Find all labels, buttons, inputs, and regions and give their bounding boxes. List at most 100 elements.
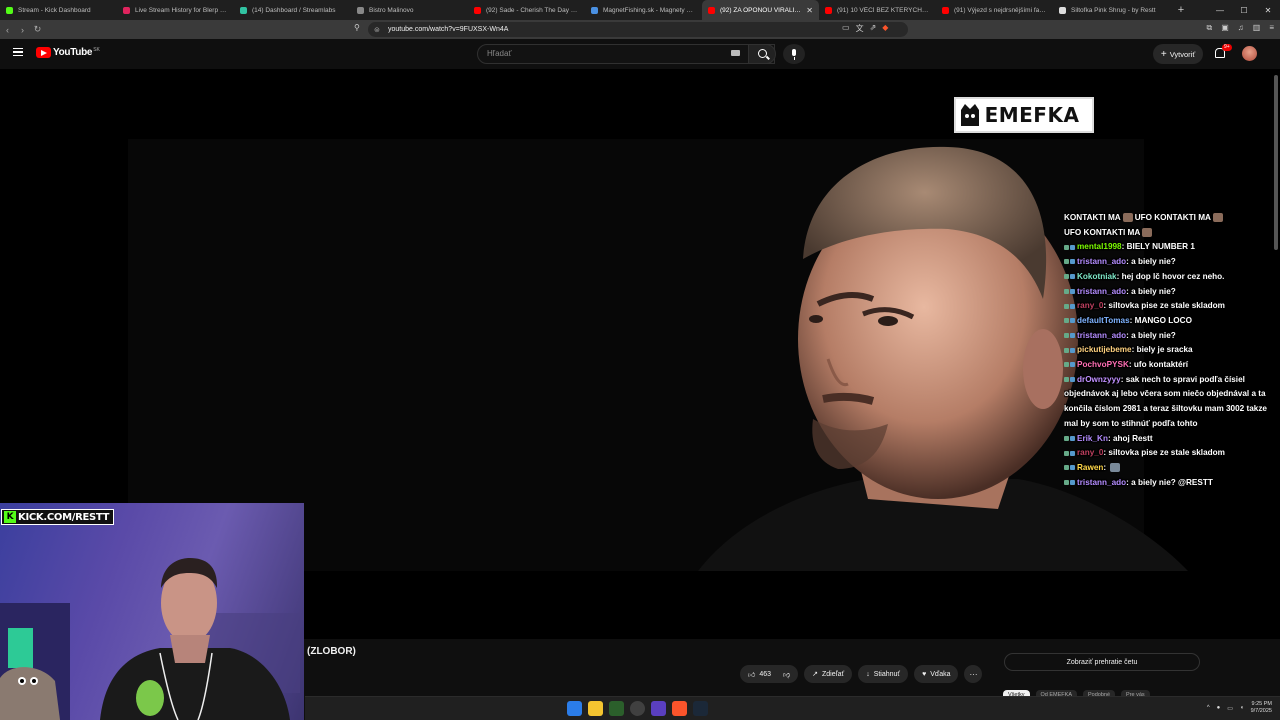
chat-badge-icon <box>1064 377 1069 383</box>
download-button[interactable]: ↓ Stiahnuť <box>858 665 909 683</box>
reload-icon[interactable]: ↻ <box>30 24 45 35</box>
browser-tab[interactable]: (14) Dashboard / Streamlabs <box>234 0 351 20</box>
mic-tray-icon[interactable]: ● <box>1217 705 1221 711</box>
chat-message: tristann_ado: a biely nie? <box>1064 285 1276 300</box>
browser-tab[interactable]: (92) ZA OPONOU VIRALITY ✕ <box>702 0 819 20</box>
chat-username: PochvoPYSK <box>1077 360 1129 370</box>
chat-message: drOwnzyyy: sak nech to spravi podľa čísi… <box>1064 373 1276 432</box>
page-scrollbar[interactable] <box>1274 75 1278 250</box>
chat-username: defaultTomas <box>1077 315 1130 325</box>
thanks-icon: ♥ <box>922 670 927 678</box>
chat-message: tristann_ado: a biely nie? @RESTT <box>1064 476 1276 491</box>
thumbs-down-icon[interactable]: 👎︎ <box>783 670 790 679</box>
chat-badge-icon <box>1064 288 1069 294</box>
emefka-logo-text: EMEFKA <box>984 103 1080 127</box>
chat-text: siltovka pise ze stale skladom <box>1108 301 1225 311</box>
close-tab-icon[interactable]: ✕ <box>806 6 813 15</box>
minimize-icon[interactable]: — <box>1208 6 1232 15</box>
share-label: Zdieľať <box>822 670 845 678</box>
show-chat-replay-button[interactable]: Zobraziť prehratie četu <box>1004 653 1200 671</box>
file-explorer-icon[interactable] <box>588 701 603 716</box>
like-button[interactable]: 👍︎ 463 👎︎ <box>740 665 799 683</box>
chat-subscriber-icon <box>1070 303 1075 309</box>
excel-icon[interactable] <box>609 701 624 716</box>
chat-badge-icon <box>1064 259 1069 265</box>
share-icon: ↗ <box>812 671 818 678</box>
steam-icon[interactable] <box>693 701 708 716</box>
tab-favicon-icon <box>825 6 832 14</box>
browser-tab[interactable]: (92) Sade - Cherish The Day - Offic <box>468 0 585 20</box>
wallet-icon[interactable]: ▣ <box>1221 23 1229 33</box>
brave-shield-icon[interactable]: ◆ <box>882 23 888 34</box>
chat-text: KONTAKTI MA <box>1064 213 1121 222</box>
share-page-icon[interactable]: ⇗ <box>870 23 877 34</box>
tab-label: (92) Sade - Cherish The Day - Offic <box>486 6 579 14</box>
chat-text: UFO KONTAKTI MA <box>1064 227 1141 237</box>
browser-tab[interactable]: Live Stream History for Blerp Share <box>117 0 234 20</box>
maximize-icon[interactable]: ☐ <box>1232 6 1256 15</box>
chat-emote-icon <box>1212 213 1223 223</box>
volume-icon[interactable]: ◖ <box>1240 705 1244 711</box>
browser-tab[interactable]: Bistro Malinovo <box>351 0 468 20</box>
chat-message: KONTAKTI MA UFO KONTAKTI MA <box>1064 211 1276 226</box>
kick-badge: K KICK.COM/RESTT <box>1 509 115 525</box>
start-icon[interactable] <box>567 701 582 716</box>
tab-label: Stream - Kick Dashboard <box>18 6 91 14</box>
thanks-button[interactable]: ♥ Vďaka <box>914 665 959 683</box>
url-field[interactable]: ⊜ youtube.com/watch?v=9FUXSX-Wn4A <box>368 22 908 37</box>
taskbar-apps <box>567 701 708 716</box>
site-info-icon[interactable]: ⊜ <box>374 26 380 34</box>
kick-url-text: KICK.COM/RESTT <box>18 511 110 523</box>
webcam-overlay: K KICK.COM/RESTT <box>0 503 304 720</box>
browser-toolbar-right: ⧉ ▣ ♫ ▥ ≡ <box>1206 23 1274 33</box>
browser-tab[interactable]: (91) 10 VĚCÍ BEZ KTERÝCH G3NTE <box>819 0 936 20</box>
youtube-logo[interactable]: YouTube SK <box>36 47 100 58</box>
extensions-icon[interactable]: ⧉ <box>1206 23 1212 33</box>
network-icon[interactable]: ▭ <box>1227 705 1233 712</box>
chat-badge-icon <box>1064 465 1069 471</box>
obs-icon[interactable] <box>630 701 645 716</box>
close-window-icon[interactable]: ✕ <box>1256 6 1280 15</box>
translate-icon[interactable]: 文 <box>856 23 864 34</box>
new-tab-button[interactable]: + <box>1170 4 1192 16</box>
media-icon[interactable]: ♫ <box>1238 23 1244 33</box>
sidebar-icon[interactable]: ▥ <box>1253 23 1261 33</box>
chat-message: pickutijebeme: biely je sracka <box>1064 343 1276 358</box>
clock[interactable]: 9:25 PM 9/7/2025 <box>1251 701 1272 715</box>
browser-tab[interactable]: (91) Výjezd s nejdrsnějšími fanoušk <box>936 0 1053 20</box>
screen-icon[interactable]: ▭ <box>842 23 850 34</box>
menu-icon[interactable]: ≡ <box>1269 23 1274 33</box>
share-button[interactable]: ↗ Zdieľať <box>804 665 853 683</box>
chat-username: rany_0 <box>1077 301 1104 311</box>
chat-emote-icon <box>1110 463 1121 473</box>
voice-search-icon[interactable] <box>783 44 805 64</box>
browser-tab[interactable]: Šiltofka Pink Shrug - by Restt <box>1053 0 1170 20</box>
avatar[interactable] <box>1242 46 1257 61</box>
create-button[interactable]: + Vytvoriť <box>1153 44 1203 64</box>
chat-message: Rawen: <box>1064 461 1276 476</box>
bookmark-icon[interactable]: ⚲ <box>354 23 360 32</box>
chat-text: UFO KONTAKTI MA <box>1134 213 1211 222</box>
guide-menu-icon[interactable] <box>13 48 23 56</box>
chat-badge-icon <box>1064 362 1069 368</box>
search-button[interactable] <box>748 44 776 64</box>
youtube-play-icon <box>36 47 51 58</box>
browser-tab[interactable]: Stream - Kick Dashboard <box>0 0 117 20</box>
chat-badge-icon <box>1064 303 1069 309</box>
streamlabs-icon[interactable] <box>651 701 666 716</box>
forward-icon[interactable]: › <box>15 25 30 35</box>
chat-username: pickutijebeme <box>1077 345 1132 355</box>
chat-message: PochvoPYSK: ufo kontaktérí <box>1064 358 1276 373</box>
chat-badge-icon <box>1064 318 1069 324</box>
back-icon[interactable]: ‹ <box>0 25 15 35</box>
more-actions-button[interactable]: ··· <box>964 665 983 683</box>
window-controls: — ☐ ✕ <box>1208 0 1280 20</box>
tab-favicon-icon <box>6 6 13 14</box>
browser-tab[interactable]: MagnetFishing.sk - Magnety a lano <box>585 0 702 20</box>
chat-subscriber-icon <box>1070 318 1075 324</box>
chat-username: mental1998 <box>1077 242 1122 252</box>
keyboard-icon[interactable] <box>731 50 740 56</box>
brave-browser-icon[interactable] <box>672 701 687 716</box>
tray-chevron-icon[interactable]: ^ <box>1207 705 1210 711</box>
chat-badge-icon <box>1064 347 1069 353</box>
